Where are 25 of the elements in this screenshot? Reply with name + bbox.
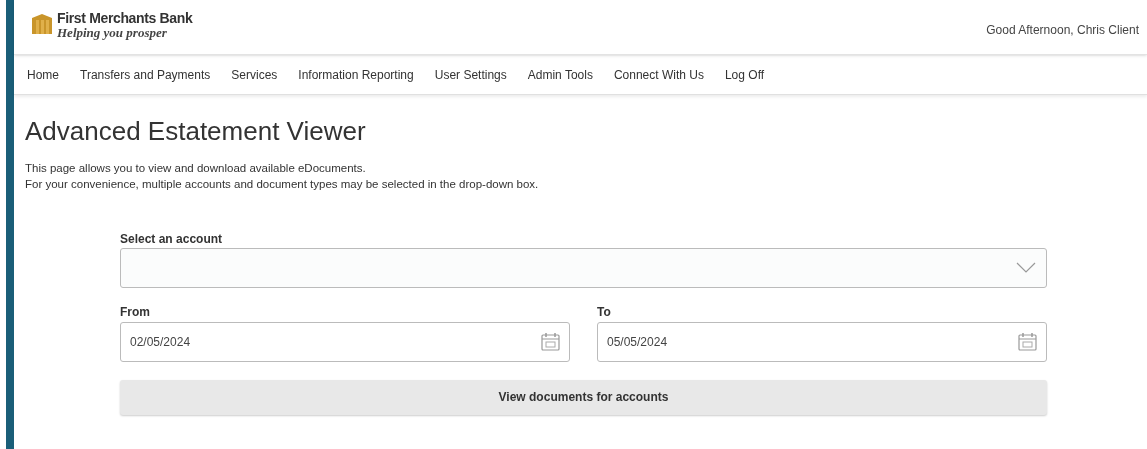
nav-link[interactable]: Transfers and Payments (80, 65, 211, 84)
page-title: Advanced Estatement Viewer (25, 115, 367, 148)
nav-link[interactable]: Home (27, 65, 59, 84)
intro-text: For your convenience, multiple accounts and document types may be selected in the drop-down box. (25, 176, 540, 192)
field-label: To (597, 303, 612, 321)
field-label: From (120, 303, 151, 321)
intro-text: This page allows you to view and download available eDocuments. (25, 160, 367, 176)
date-field[interactable]: 05/05/2024 (597, 321, 1047, 362)
view-documents-button[interactable]: View documents for accounts (120, 379, 1047, 415)
brand-tagline: Helping you prosper (57, 26, 168, 39)
nav-link[interactable]: Information Reporting (298, 65, 414, 84)
date-field[interactable]: 02/05/2024 (120, 321, 570, 362)
logo-icon (31, 13, 53, 35)
nav-link[interactable]: Admin Tools (527, 65, 593, 84)
nav-link[interactable]: Log Off (724, 65, 765, 84)
field-label: Select an account (120, 230, 224, 248)
brand-name: First Merchants Bank (57, 11, 193, 25)
account-dropdown[interactable] (120, 247, 1047, 288)
nav-link[interactable]: User Settings (434, 65, 507, 84)
nav-link[interactable]: Services (231, 65, 278, 84)
calendar-icon (1018, 332, 1037, 351)
greeting-text: Good Afternoon, Chris Client (986, 22, 1139, 39)
calendar-icon (541, 332, 560, 351)
chevron-down-icon (1016, 262, 1036, 273)
nav-link[interactable]: Connect With Us (613, 65, 704, 84)
